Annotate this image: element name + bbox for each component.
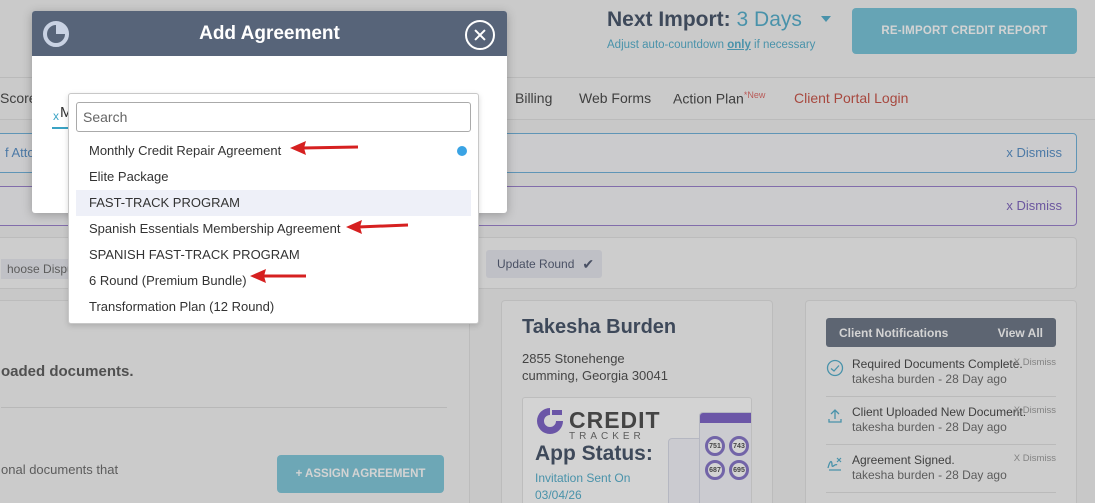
annotation-arrow-icon [290,141,359,155]
search-input[interactable] [76,102,471,132]
remove-selection-icon[interactable]: x [53,109,59,123]
modal-header: Add Agreement [32,11,507,56]
annotation-arrow-icon [250,269,306,283]
dropdown-option[interactable]: Transformation Plan (12 Round) [76,294,471,320]
annotation-arrow-icon [346,220,409,234]
selected-dot-icon [457,146,467,156]
dropdown-option[interactable]: SPANISH FAST-TRACK PROGRAM [76,242,471,268]
close-icon[interactable] [465,20,495,50]
dropdown-option[interactable]: Monthly Credit Repair Agreement [76,138,471,164]
dropdown-option-highlighted[interactable]: FAST-TRACK PROGRAM [76,190,471,216]
option-label: Monthly Credit Repair Agreement [89,143,282,158]
dropdown-option[interactable]: Elite Package [76,164,471,190]
agreement-dropdown: Monthly Credit Repair Agreement Elite Pa… [68,93,479,324]
dropdown-option[interactable]: Spanish Essentials Membership Agreement [76,216,471,242]
modal-title: Add Agreement [199,23,340,44]
